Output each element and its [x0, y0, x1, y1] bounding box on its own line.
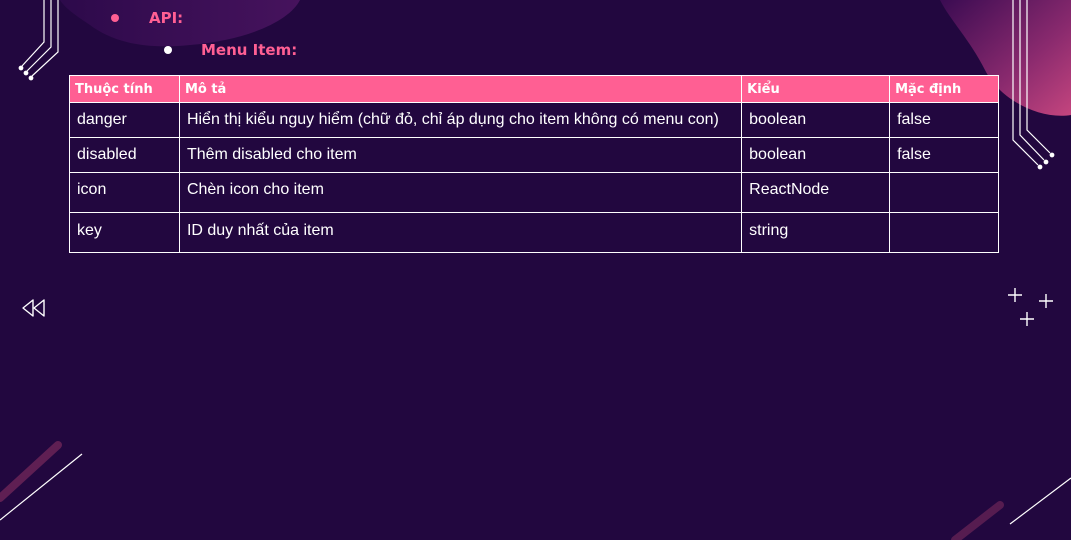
bullet-dot: [164, 46, 172, 54]
diagonal-lines-bottom-left: [0, 441, 83, 521]
previous-slide-button[interactable]: [20, 297, 48, 319]
table-row: key ID duy nhất của item string: [69, 212, 999, 253]
header-property: Thuộc tính: [69, 75, 180, 103]
table-row: icon Chèn icon cho item ReactNode: [69, 172, 999, 213]
cell-property: icon: [69, 172, 180, 213]
api-heading: API:: [111, 9, 183, 27]
table-row: disabled Thêm disabled cho item boolean …: [69, 137, 999, 173]
api-heading-text: API:: [149, 9, 184, 27]
header-default: Mặc định: [889, 75, 999, 103]
table-row: danger Hiển thị kiểu nguy hiểm (chữ đỏ, …: [69, 102, 999, 138]
api-table: Thuộc tính Mô tả Kiểu Mặc định danger Hi…: [69, 75, 999, 253]
cell-type: boolean: [741, 102, 891, 138]
cell-property: key: [69, 212, 180, 253]
cell-property: danger: [69, 102, 180, 138]
header-description: Mô tả: [178, 75, 743, 103]
diagonal-lines-bottom-right: [951, 477, 1071, 540]
cell-default: [889, 212, 999, 253]
circuit-lines-right: [1012, 0, 1055, 170]
cell-default: false: [889, 102, 999, 138]
cell-property: disabled: [69, 137, 180, 173]
cell-type: boolean: [741, 137, 891, 173]
cell-type: ReactNode: [741, 172, 891, 213]
table-header-row: Thuộc tính Mô tả Kiểu Mặc định: [69, 75, 999, 103]
header-type: Kiểu: [741, 75, 891, 103]
circuit-lines-left: [18, 0, 59, 81]
plus-sparkle-icon: [1008, 288, 1053, 326]
cell-description: ID duy nhất của item: [178, 212, 743, 253]
bullet-dot: [111, 14, 119, 22]
rewind-icon: [22, 299, 45, 317]
cell-description: Chèn icon cho item: [178, 172, 743, 213]
menu-item-heading: Menu Item:: [164, 41, 297, 59]
cell-description: Thêm disabled cho item: [178, 137, 743, 173]
cell-type: string: [741, 212, 891, 253]
cell-default: [889, 172, 999, 213]
menu-item-heading-text: Menu Item:: [201, 41, 298, 59]
cell-default: false: [889, 137, 999, 173]
cell-description: Hiển thị kiểu nguy hiểm (chữ đỏ, chỉ áp …: [178, 102, 743, 138]
